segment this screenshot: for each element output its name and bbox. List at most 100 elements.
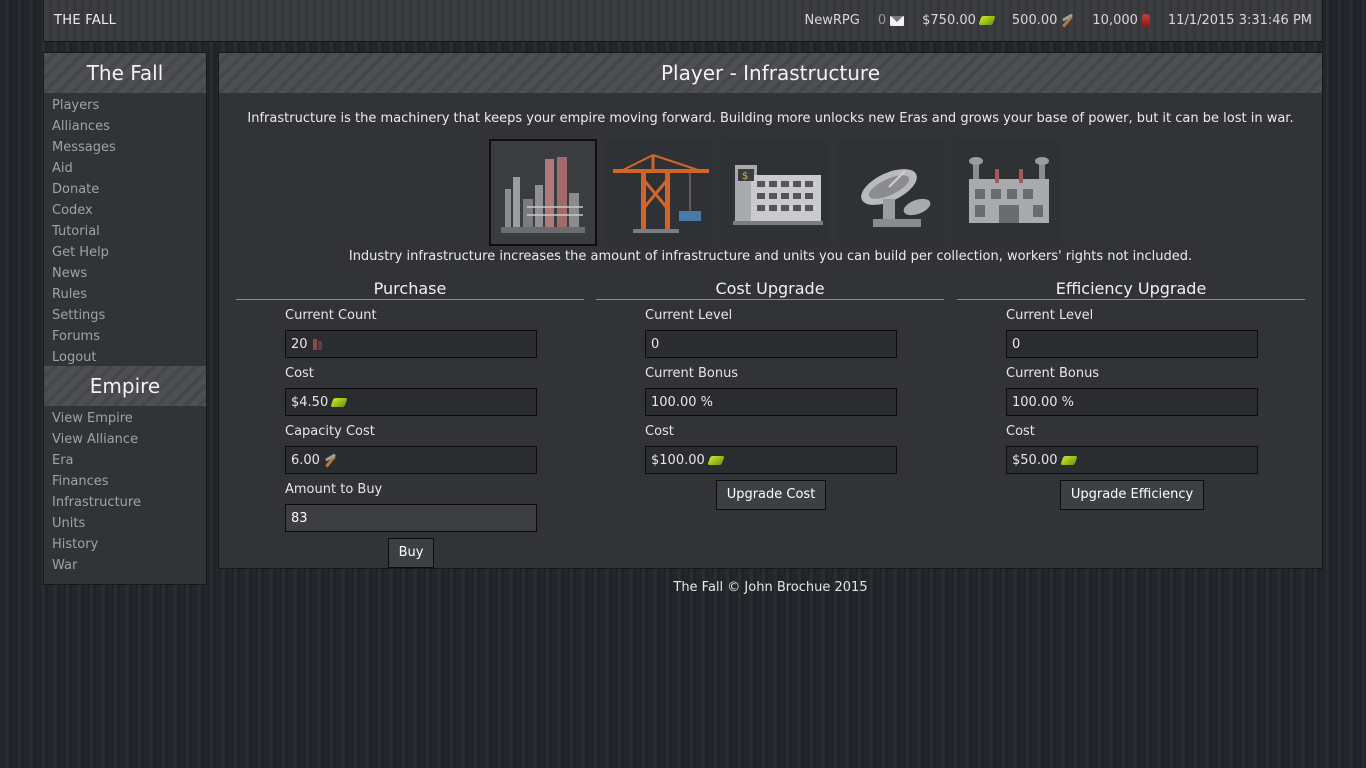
industry-tile[interactable] <box>489 139 597 246</box>
capacity-stat: 500.00 <box>1012 13 1075 28</box>
sidebar-item-get-help[interactable]: Get Help <box>52 242 206 263</box>
office-building-icon: $ <box>733 165 823 225</box>
pickaxe-icon <box>324 454 337 467</box>
sidebar-item-forums[interactable]: Forums <box>52 326 206 347</box>
efficiency-cost-value: $50.00 <box>1012 452 1058 468</box>
sidebar-item-alliances[interactable]: Alliances <box>52 116 206 137</box>
efficiency-level-label: Current Level <box>1006 308 1094 323</box>
satellite-dish-icon <box>861 169 931 227</box>
amount-to-buy-field <box>285 504 537 532</box>
sidebar-item-settings[interactable]: Settings <box>52 305 206 326</box>
fist-icon <box>1141 13 1150 28</box>
cost-upgrade-level-label: Current Level <box>645 308 733 323</box>
infrastructure-tiles: $ <box>489 139 1069 246</box>
money-icon <box>1059 455 1078 465</box>
sidebar-header-empire: Empire <box>44 366 206 406</box>
intro-text: Infrastructure is the machinery that kee… <box>247 111 1294 126</box>
sidebar-item-finances[interactable]: Finances <box>52 471 206 492</box>
cost-upgrade-level-field: 0 <box>645 330 897 358</box>
pickaxe-icon <box>1061 14 1074 27</box>
sidebar-item-codex[interactable]: Codex <box>52 200 206 221</box>
server-datetime: 11/1/2015 3:31:46 PM <box>1167 13 1312 28</box>
sidebar-item-view-alliance[interactable]: View Alliance <box>52 429 206 450</box>
cost-upgrade-cost-field: $100.00 <box>645 446 897 474</box>
efficiency-bonus-field: 100.00 % <box>1006 388 1258 416</box>
sidebar-item-rules[interactable]: Rules <box>52 284 206 305</box>
cost-upgrade-bonus-field: 100.00 % <box>645 388 897 416</box>
efficiency-cost-label: Cost <box>1006 424 1035 439</box>
sidebar-item-war[interactable]: War <box>52 555 206 576</box>
cost-upgrade-cost-label: Cost <box>645 424 674 439</box>
sidebar-section-empire: View Empire View Alliance Era Finances I… <box>44 406 206 580</box>
cost-upgrade-title: Cost Upgrade <box>596 279 944 300</box>
brand-title[interactable]: THE FALL <box>54 13 116 28</box>
player-name[interactable]: NewRPG <box>805 13 860 28</box>
cost-field: $4.50 <box>285 388 537 416</box>
port-crane-tile[interactable] <box>605 139 713 246</box>
efficiency-upgrade-title: Efficiency Upgrade <box>957 279 1305 300</box>
sidebar-item-messages[interactable]: Messages <box>52 137 206 158</box>
messages-count-value: 0 <box>877 13 887 28</box>
cost-upgrade-bonus-label: Current Bonus <box>645 366 739 381</box>
sidebar-section-general: Players Alliances Messages Aid Donate Co… <box>44 93 206 366</box>
amount-to-buy-input[interactable] <box>291 510 536 526</box>
infrastructure-description: Industry infrastructure increases the am… <box>348 249 1193 264</box>
sidebar-item-news[interactable]: News <box>52 263 206 284</box>
status-bar: NewRPG 0 $750.00 500.00 10,000 11/1/2015… <box>787 13 1312 28</box>
main-panel: Player - Infrastructure Infrastructure i… <box>218 52 1323 569</box>
factory-icon <box>497 149 589 237</box>
efficiency-bonus-label: Current Bonus <box>1006 366 1100 381</box>
svg-text:$: $ <box>742 171 748 182</box>
upgrade-efficiency-button[interactable]: Upgrade Efficiency <box>1059 480 1205 510</box>
current-count-label: Current Count <box>285 308 377 323</box>
current-count-value: 20 <box>291 336 308 352</box>
efficiency-level-field: 0 <box>1006 330 1258 358</box>
buy-button[interactable]: Buy <box>387 538 435 568</box>
messages-count[interactable]: 0 <box>877 13 905 28</box>
sidebar: The Fall Players Alliances Messages Aid … <box>43 52 207 585</box>
sidebar-header-the-fall: The Fall <box>44 53 206 93</box>
sidebar-item-donate[interactable]: Donate <box>52 179 206 200</box>
footer: The Fall © John Brochue 2015 <box>673 580 868 595</box>
cost-upgrade-cost-value: $100.00 <box>651 452 705 468</box>
industry-icon <box>312 338 324 350</box>
military-value: 10,000 <box>1092 13 1138 28</box>
power-plant-tile[interactable] <box>953 139 1061 246</box>
sidebar-item-history[interactable]: History <box>52 534 206 555</box>
sidebar-item-view-empire[interactable]: View Empire <box>52 408 206 429</box>
mail-icon <box>890 15 905 26</box>
sidebar-item-aid[interactable]: Aid <box>52 158 206 179</box>
sidebar-item-tutorial[interactable]: Tutorial <box>52 221 206 242</box>
capacity-value: 500.00 <box>1011 13 1058 28</box>
purchase-title: Purchase <box>236 279 584 300</box>
sidebar-item-infrastructure[interactable]: Infrastructure <box>52 492 206 513</box>
current-count-field: 20 <box>285 330 537 358</box>
money-value: $750.00 <box>922 13 976 28</box>
capacity-cost-value: 6.00 <box>291 452 320 468</box>
capacity-cost-label: Capacity Cost <box>285 424 375 439</box>
page-title: Player - Infrastructure <box>219 53 1322 93</box>
efficiency-cost-field: $50.00 <box>1006 446 1258 474</box>
money-icon <box>330 397 348 407</box>
amount-to-buy-label: Amount to Buy <box>285 482 383 497</box>
crane-icon <box>613 154 709 233</box>
top-bar: THE FALL NewRPG 0 $750.00 500.00 10,000 … <box>43 0 1323 42</box>
money-stat: $750.00 <box>922 13 996 28</box>
money-icon <box>707 455 725 465</box>
sidebar-item-era[interactable]: Era <box>52 450 206 471</box>
cost-label: Cost <box>285 366 314 381</box>
power-plant-icon <box>969 157 1049 223</box>
cost-upgrade-section: Cost Upgrade Current Level 0 Current Bon… <box>596 279 944 510</box>
sidebar-item-units[interactable]: Units <box>52 513 206 534</box>
sidebar-item-logout[interactable]: Logout <box>52 347 206 368</box>
sidebar-item-players[interactable]: Players <box>52 95 206 116</box>
upgrade-cost-button[interactable]: Upgrade Cost <box>715 480 827 510</box>
satellite-dish-tile[interactable] <box>837 139 945 246</box>
office-tile[interactable]: $ <box>721 139 829 246</box>
purchase-section: Purchase Current Count 20 Cost $4.50 Cap… <box>236 279 584 568</box>
money-icon <box>978 16 996 25</box>
cost-value: $4.50 <box>291 394 329 410</box>
military-stat: 10,000 <box>1092 13 1150 28</box>
capacity-cost-field: 6.00 <box>285 446 537 474</box>
efficiency-upgrade-section: Efficiency Upgrade Current Level 0 Curre… <box>957 279 1305 510</box>
